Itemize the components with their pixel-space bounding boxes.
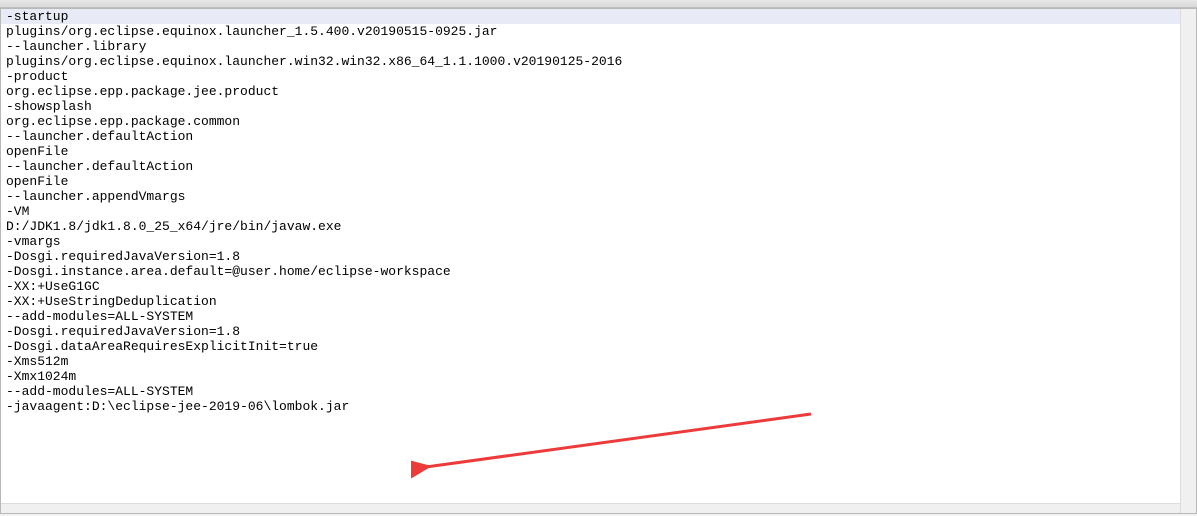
editor-line[interactable]: D:/JDK1.8/jdk1.8.0_25_x64/jre/bin/javaw.… [1, 219, 1196, 234]
text-editor[interactable]: -startup plugins/org.eclipse.equinox.lau… [0, 8, 1197, 514]
editor-line[interactable]: -javaagent:D:\eclipse-jee-2019-06\lombok… [1, 399, 1196, 414]
vertical-scrollbar[interactable] [1180, 9, 1196, 513]
editor-line[interactable]: org.eclipse.epp.package.common [1, 114, 1196, 129]
editor-line[interactable]: --launcher.defaultAction [1, 129, 1196, 144]
annotation-arrow [411, 409, 811, 494]
editor-line[interactable]: --add-modules=ALL-SYSTEM [1, 309, 1196, 324]
editor-line[interactable]: -startup [1, 9, 1196, 24]
editor-line[interactable]: --add-modules=ALL-SYSTEM [1, 384, 1196, 399]
editor-line[interactable]: org.eclipse.epp.package.jee.product [1, 84, 1196, 99]
editor-line[interactable]: -Dosgi.dataAreaRequiresExplicitInit=true [1, 339, 1196, 354]
editor-line[interactable]: -product [1, 69, 1196, 84]
editor-line[interactable]: -VM [1, 204, 1196, 219]
window-toolbar-strip [0, 0, 1197, 8]
editor-line[interactable]: openFile [1, 174, 1196, 189]
editor-line[interactable]: --launcher.defaultAction [1, 159, 1196, 174]
editor-line[interactable]: --launcher.appendVmargs [1, 189, 1196, 204]
editor-line[interactable]: plugins/org.eclipse.equinox.launcher_1.5… [1, 24, 1196, 39]
editor-line[interactable]: -Dosgi.requiredJavaVersion=1.8 [1, 249, 1196, 264]
editor-line[interactable]: plugins/org.eclipse.equinox.launcher.win… [1, 54, 1196, 69]
editor-line[interactable]: -Xms512m [1, 354, 1196, 369]
editor-line[interactable]: --launcher.library [1, 39, 1196, 54]
editor-line[interactable]: openFile [1, 144, 1196, 159]
editor-line[interactable]: -XX:+UseStringDeduplication [1, 294, 1196, 309]
editor-line[interactable]: -Xmx1024m [1, 369, 1196, 384]
editor-line[interactable]: -Dosgi.requiredJavaVersion=1.8 [1, 324, 1196, 339]
editor-line[interactable]: -XX:+UseG1GC [1, 279, 1196, 294]
editor-line[interactable]: -vmargs [1, 234, 1196, 249]
horizontal-scrollbar[interactable] [1, 503, 1180, 513]
editor-line[interactable]: -Dosgi.instance.area.default=@user.home/… [1, 264, 1196, 279]
editor-line[interactable]: -showsplash [1, 99, 1196, 114]
